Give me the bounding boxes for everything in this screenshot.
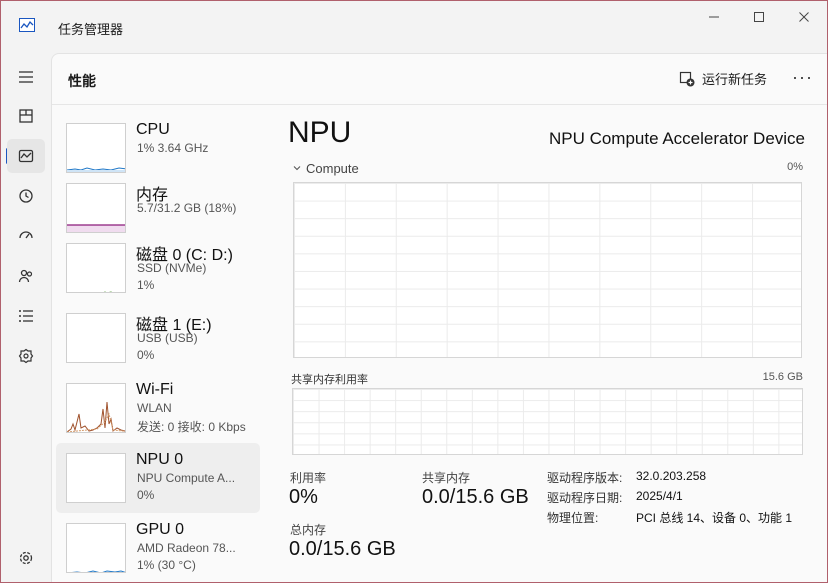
run-new-task-button[interactable]: 运行新任务 [679,69,767,88]
compute-graph [293,182,802,358]
driver-date-value: 2025/4/1 [636,489,683,503]
device-detail: WLAN [137,401,172,415]
chevron-down-icon [293,166,301,171]
compute-graph-max: 0% [787,161,803,173]
physical-location-value: PCI 总线 14、设备 0、功能 1 [636,511,793,525]
maximize-icon [754,12,764,22]
disk0-thumbnail-graph [66,243,126,293]
utilization-value: 0% [289,486,318,508]
minimize-button[interactable] [691,5,737,29]
title-bar[interactable]: 任务管理器 [1,1,827,53]
device-detail: AMD Radeon 78... [137,541,236,555]
settings-icon [19,551,33,565]
nav-services[interactable] [7,339,45,373]
more-options-button[interactable]: ··· [792,67,813,88]
run-task-icon [679,71,695,86]
device-disk-1[interactable]: 磁盘 1 (E:) USB (USB) 0% [56,303,260,373]
performance-icon [18,149,34,163]
gpu-thumbnail-graph [66,523,126,573]
shared-memory-graph-label: 共享内存利用率 [291,374,368,386]
driver-version-label: 驱动程序版本: [547,471,623,485]
utilization-label: 利用率 [290,471,327,485]
device-name: GPU 0 [136,521,185,538]
device-wifi[interactable]: Wi-Fi WLAN 发送: 0 接收: 0 Kbps [56,373,260,443]
driver-date-label: 驱动程序日期: [547,491,623,505]
task-manager-window: 任务管理器 性能 运行新任务 ··· CPU 1% 3.64 GHz 内存 5.… [0,0,828,583]
memory-thumbnail-graph [66,183,126,233]
compute-graph-label: Compute [306,161,359,176]
page-title: 性能 [68,73,96,89]
nav-users[interactable] [7,259,45,293]
device-detail: NPU Compute A... [137,471,236,485]
compute-graph-selector[interactable]: Compute [292,161,359,176]
device-name: Wi-Fi [136,381,174,398]
processes-icon [19,109,33,123]
minimize-icon [709,16,719,18]
shared-memory-graph [292,388,803,455]
nav-settings[interactable] [7,541,45,575]
run-new-task-label: 运行新任务 [702,72,768,87]
device-gpu-0[interactable]: GPU 0 AMD Radeon 78... 1% (30 °C) [56,513,260,582]
device-detail-2: 0% [137,488,155,502]
nav-startup[interactable] [7,219,45,253]
shared-memory-graph-max: 15.6 GB [762,371,803,383]
hamburger-icon [19,71,33,83]
startup-icon [19,231,33,239]
shared-memory-label: 共享内存 [422,471,471,485]
total-memory-value: 0.0/15.6 GB [289,538,396,560]
npu-thumbnail-graph [66,453,126,503]
total-memory-label: 总内存 [290,523,327,537]
close-button[interactable] [781,5,827,29]
window-title: 任务管理器 [58,22,124,37]
nav-details[interactable] [7,299,45,333]
nav-app-history[interactable] [7,179,45,213]
device-detail-2: 0% [137,348,155,362]
shared-memory-value: 0.0/15.6 GB [422,486,529,508]
close-icon [799,12,809,22]
device-detail-2: 1% [137,278,155,292]
device-npu-0[interactable]: NPU 0 NPU Compute A... 0% [56,443,260,513]
device-detail-2: 发送: 0 接收: 0 Kbps [137,420,246,434]
device-detail: 1% 3.64 GHz [137,141,209,155]
device-title: NPU [288,116,352,149]
maximize-button[interactable] [736,5,782,29]
cpu-thumbnail-graph [66,123,126,173]
device-name: CPU [136,121,170,138]
device-disk-0[interactable]: 磁盘 0 (C: D:) SSD (NVMe) 1% [56,233,260,303]
device-detail: USB (USB) [137,331,198,345]
services-icon [18,348,34,364]
taskmgr-icon [19,18,35,32]
nav-menu-button[interactable] [7,60,45,94]
nav-performance[interactable] [7,139,45,173]
physical-location-label: 物理位置: [547,511,599,525]
users-icon [18,269,33,283]
device-full-name: NPU Compute Accelerator Device [548,129,805,148]
wifi-thumbnail-graph [66,383,126,433]
device-name: NPU 0 [136,451,184,468]
header-divider [52,104,827,105]
device-detail-2: 1% (30 °C) [137,558,196,572]
main-content: 性能 运行新任务 ··· CPU 1% 3.64 GHz 内存 5.7/31.2… [51,53,827,582]
nav-processes[interactable] [7,99,45,133]
app-history-icon [19,189,33,203]
device-detail: 5.7/31.2 GB (18%) [137,201,237,215]
details-icon [19,310,33,322]
disk1-thumbnail-graph [66,313,126,363]
device-detail: SSD (NVMe) [137,261,207,275]
driver-version-value: 32.0.203.258 [636,469,707,483]
